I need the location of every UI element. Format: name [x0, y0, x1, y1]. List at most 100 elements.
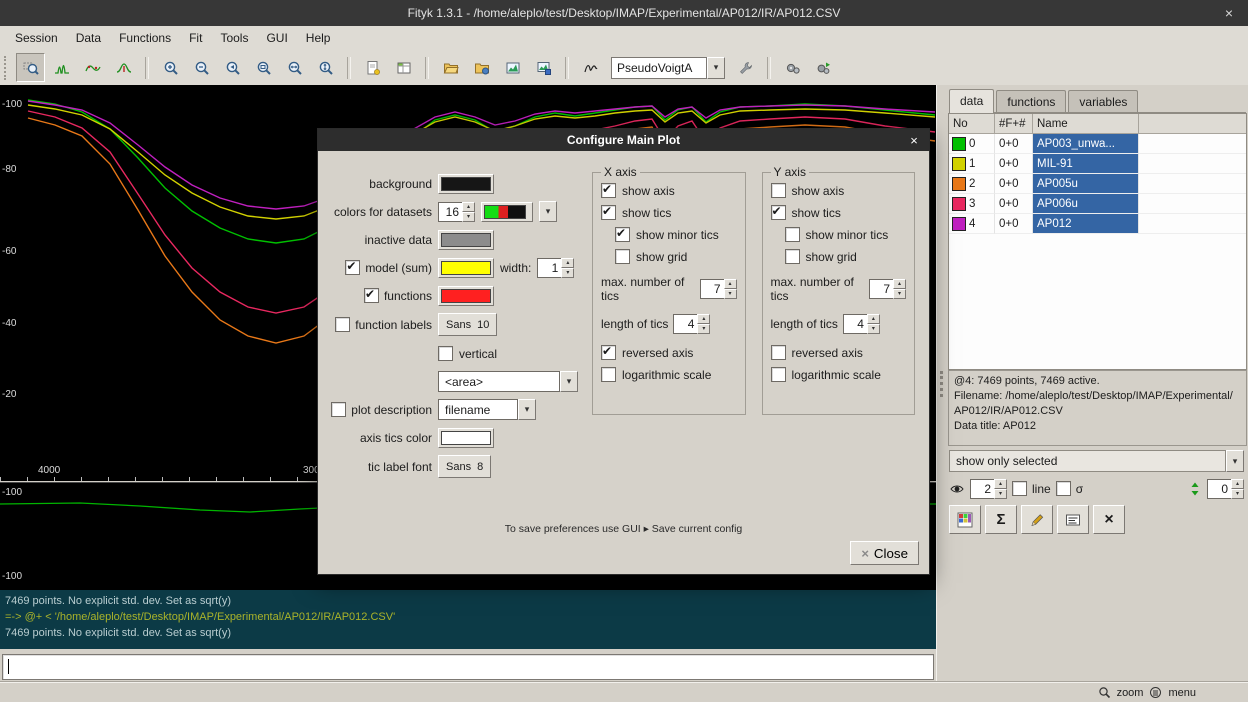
stepper-up-icon[interactable]: [724, 279, 737, 289]
y-show-axis-checkbox[interactable]: [771, 183, 786, 198]
menu-session[interactable]: Session: [6, 28, 67, 48]
tab-variables[interactable]: variables: [1068, 90, 1138, 112]
open-data-button[interactable]: [436, 53, 465, 82]
dataset-colors-button[interactable]: [481, 202, 533, 222]
axis-tics-color-button[interactable]: [438, 428, 494, 448]
tab-functions[interactable]: functions: [996, 90, 1066, 112]
function-type-select[interactable]: PseudoVoigtA: [611, 57, 725, 79]
dataset-name[interactable]: AP003_unwa...: [1033, 134, 1139, 154]
model-width-stepper[interactable]: 1: [537, 258, 574, 278]
model-color-button[interactable]: [438, 258, 494, 278]
window-close-button[interactable]: ×: [1220, 4, 1238, 22]
x-max-tics-stepper[interactable]: 7: [700, 279, 737, 299]
stepper-down-icon[interactable]: [462, 212, 475, 222]
stepper-down-icon[interactable]: [994, 489, 1007, 499]
y-show-grid-checkbox[interactable]: [785, 249, 800, 264]
table-row[interactable]: 4 0+0 AP012: [949, 214, 1246, 234]
x-log-scale-checkbox[interactable]: [601, 367, 616, 382]
stepper-down-icon[interactable]: [867, 324, 880, 334]
stepper-down-icon[interactable]: [724, 289, 737, 299]
fit-continue-button[interactable]: [809, 53, 838, 82]
chevron-down-icon[interactable]: [707, 57, 725, 79]
sigma-checkbox[interactable]: [1056, 481, 1071, 496]
execute-script-button[interactable]: [467, 53, 496, 82]
plot-description-select[interactable]: filename: [438, 399, 536, 420]
stepper-up-icon[interactable]: [697, 314, 710, 324]
menu-gui[interactable]: GUI: [257, 28, 296, 48]
chevron-down-icon[interactable]: [539, 201, 557, 222]
colors-count-stepper[interactable]: 16: [438, 202, 475, 222]
x-tics-length-stepper[interactable]: 4: [673, 314, 710, 334]
x-show-tics-checkbox[interactable]: [601, 205, 616, 220]
column-header-no[interactable]: No: [949, 114, 995, 134]
draw-function-button[interactable]: [576, 53, 605, 82]
stepper-up-icon[interactable]: [561, 258, 574, 268]
mode-baseline-button[interactable]: [109, 53, 138, 82]
x-reversed-axis-checkbox[interactable]: [601, 345, 616, 360]
plot-description-checkbox[interactable]: [331, 402, 346, 417]
stepper-down-icon[interactable]: [697, 324, 710, 334]
line-checkbox[interactable]: [1012, 481, 1027, 496]
chevron-down-icon[interactable]: [1226, 450, 1244, 472]
mode-add-peak-button[interactable]: [47, 53, 76, 82]
edit-data-button[interactable]: [1021, 505, 1053, 534]
command-input[interactable]: [2, 654, 934, 680]
functions-color-button[interactable]: [438, 286, 494, 306]
stepper-up-icon[interactable]: [893, 279, 906, 289]
stepper-down-icon[interactable]: [1231, 489, 1244, 499]
y-tics-length-stepper[interactable]: 4: [843, 314, 880, 334]
output-console[interactable]: 7469 points. No explicit std. dev. Set a…: [0, 590, 936, 649]
menu-tools[interactable]: Tools: [211, 28, 257, 48]
y-log-scale-checkbox[interactable]: [771, 367, 786, 382]
zoom-status-label[interactable]: zoom: [1117, 687, 1144, 699]
table-row[interactable]: 1 0+0 MIL-91: [949, 154, 1246, 174]
zoom-out-button[interactable]: [187, 53, 216, 82]
label-content-select[interactable]: <area>: [438, 371, 578, 392]
vertical-checkbox[interactable]: [438, 346, 453, 361]
y-max-tics-stepper[interactable]: 7: [869, 279, 906, 299]
stepper-down-icon[interactable]: [561, 268, 574, 278]
add-function-button[interactable]: [731, 53, 760, 82]
y-show-minor-tics-checkbox[interactable]: [785, 227, 800, 242]
data-table-button[interactable]: [949, 505, 981, 534]
table-row[interactable]: 0 0+0 AP003_unwa...: [949, 134, 1246, 154]
zoom-previous-button[interactable]: [218, 53, 247, 82]
column-header-name[interactable]: Name: [1033, 114, 1139, 134]
chevron-down-icon[interactable]: [518, 399, 536, 420]
mode-zoom-button[interactable]: [16, 53, 45, 82]
chevron-down-icon[interactable]: [560, 371, 578, 392]
tab-data[interactable]: data: [949, 89, 994, 113]
dialog-close-button[interactable]: ×: [906, 132, 922, 148]
point-size-stepper[interactable]: 2: [970, 479, 1007, 499]
dataset-name[interactable]: AP006u: [1033, 194, 1139, 214]
filter-select[interactable]: show only selected: [949, 450, 1244, 472]
zoom-horizontal-button[interactable]: [280, 53, 309, 82]
new-session-button[interactable]: [358, 53, 387, 82]
x-show-minor-tics-checkbox[interactable]: [615, 227, 630, 242]
load-image-button[interactable]: [498, 53, 527, 82]
zoom-vertical-button[interactable]: [311, 53, 340, 82]
inactive-data-color-button[interactable]: [438, 230, 494, 250]
menu-status-label[interactable]: menu: [1168, 687, 1196, 699]
stepper-up-icon[interactable]: [462, 202, 475, 212]
delete-dataset-button[interactable]: ×: [1093, 505, 1125, 534]
menu-fit[interactable]: Fit: [180, 28, 211, 48]
table-row[interactable]: 2 0+0 AP005u: [949, 174, 1246, 194]
dataset-name[interactable]: AP005u: [1033, 174, 1139, 194]
zoom-in-button[interactable]: [156, 53, 185, 82]
tic-label-font-button[interactable]: Sans8: [438, 455, 491, 478]
dataset-name[interactable]: AP012: [1033, 214, 1139, 234]
stepper-up-icon[interactable]: [1231, 479, 1244, 489]
menu-functions[interactable]: Functions: [110, 28, 180, 48]
stepper-up-icon[interactable]: [867, 314, 880, 324]
y-reversed-axis-checkbox[interactable]: [771, 345, 786, 360]
sum-button[interactable]: Σ: [985, 505, 1017, 534]
functions-checkbox[interactable]: [364, 288, 379, 303]
y-show-tics-checkbox[interactable]: [771, 205, 786, 220]
fit-run-button[interactable]: [778, 53, 807, 82]
stepper-up-icon[interactable]: [994, 479, 1007, 489]
column-header-f[interactable]: #F+#: [995, 114, 1033, 134]
shift-stepper[interactable]: 0: [1207, 479, 1244, 499]
menu-data[interactable]: Data: [67, 28, 110, 48]
zoom-all-button[interactable]: [249, 53, 278, 82]
